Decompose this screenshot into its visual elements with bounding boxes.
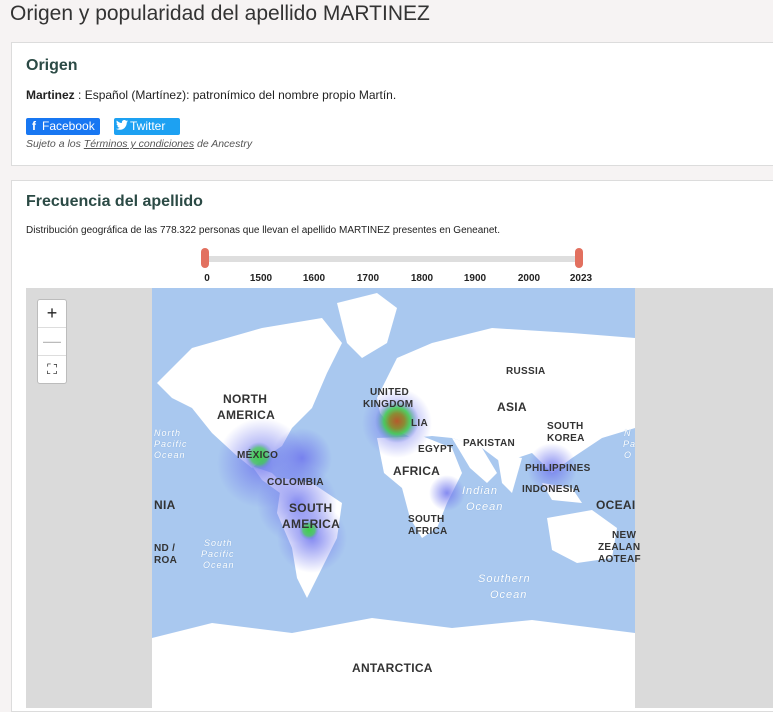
facebook-share-button[interactable]: f Facebook (26, 118, 100, 135)
fullscreen-button[interactable]: ⛶ (38, 356, 66, 383)
map-label-uk: KINGDOM (363, 399, 414, 410)
ocean-label-north-pacific-right: N (624, 428, 632, 438)
terms-note: Sujeto a los Términos y condiciones de A… (26, 138, 252, 150)
ocean-label-north-pacific: North (154, 428, 182, 438)
origin-description: : Español (Martínez): patronímico del no… (74, 88, 397, 102)
ocean-label-north-pacific: Ocean (154, 450, 186, 460)
twitter-label: Twitter (130, 119, 166, 133)
map-label-pakistan: PAKISTAN (463, 438, 516, 449)
ocean-label-south-pacific: South (204, 538, 233, 548)
map-label-south-america: AMERICA (282, 517, 341, 531)
origin-text: Martinez : Español (Martínez): patroními… (26, 88, 396, 102)
slider-tick: 2023 (569, 273, 593, 284)
zoom-in-button[interactable]: + (38, 300, 66, 328)
terms-link[interactable]: Términos y condiciones (84, 138, 194, 150)
slider-tick: 1800 (410, 273, 434, 284)
origin-card: Origen Martinez : Español (Martínez): pa… (11, 42, 773, 166)
frequency-card: Frecuencia del apellido Distribución geo… (11, 180, 773, 712)
ocean-label-south-pacific: Ocean (203, 560, 235, 570)
map-label-indonesia: INDONESIA (522, 484, 581, 495)
ocean-label-south-pacific: Pacific (201, 549, 235, 559)
slider-tick: 1500 (249, 273, 273, 284)
map-label-nz-right: ZEALAN (598, 542, 641, 553)
ocean-label-north-pacific-right: Pa (623, 439, 637, 449)
map-label-south-korea: KOREA (547, 433, 585, 444)
terms-prefix: Sujeto a los (26, 138, 84, 150)
twitter-share-button[interactable]: Twitter (114, 118, 180, 135)
origin-heading: Origen (26, 57, 78, 74)
map-label-north-america: NORTH (223, 392, 268, 406)
zoom-control: + — ⛶ (37, 299, 67, 384)
map-label-philippines: PHILIPPINES (525, 463, 591, 474)
surname: Martinez (26, 88, 75, 102)
facebook-icon: f (32, 119, 36, 133)
slider-tick: 0 (204, 273, 210, 284)
map-label-nz-right: NEW (612, 530, 637, 541)
map-label-mexico: MÉXICO (237, 450, 279, 461)
map-label-egypt: EGYPT (418, 444, 454, 455)
map-label-nz-left: ND / (154, 543, 176, 554)
map-label-colombia: COLOMBIA (267, 477, 324, 488)
slider-tick: 1700 (356, 273, 380, 284)
slider-tick: 2000 (517, 273, 541, 284)
slider-tick: 1900 (463, 273, 487, 284)
ocean-label-indian: Indian (462, 485, 498, 497)
map-label-south-africa: SOUTH (408, 514, 445, 525)
ocean-label-north-pacific: Pacific (154, 439, 188, 449)
frequency-heading: Frecuencia del apellido (26, 193, 203, 210)
map-label-nz-right: AOTEAF (598, 554, 641, 565)
map-label-nz-left: ROA (154, 555, 178, 566)
map-label-south-korea: SOUTH (547, 421, 584, 432)
terms-suffix: de Ancestry (194, 138, 253, 150)
map-label-italia: LIA (411, 418, 429, 429)
map-label-oceania-left: NIA (154, 498, 176, 512)
map-label-north-america: AMERICA (217, 408, 276, 422)
map-label-antarctica: ANTARCTICA (352, 661, 433, 675)
zoom-out-button[interactable]: — (38, 328, 66, 356)
slider-tick: 1600 (302, 273, 326, 284)
ocean-label-southern: Ocean (490, 589, 528, 601)
twitter-icon (114, 118, 130, 135)
map-label-uk: UNITED (370, 387, 410, 398)
map-label-russia: RUSSIA (506, 366, 546, 377)
map-label-south-america: SOUTH (289, 501, 333, 515)
map-label-asia: ASIA (497, 400, 527, 414)
facebook-label: Facebook (42, 119, 95, 133)
map-label-africa: AFRICA (393, 464, 441, 478)
map-label-south-africa: AFRICA (408, 526, 448, 537)
map-label-oceania-right: OCEAI (596, 498, 636, 512)
heatmap-map[interactable]: NORTH AMERICA MÉXICO COLOMBIA SOUTH AMER… (26, 288, 773, 708)
year-slider-handle-max[interactable] (575, 248, 583, 268)
frequency-description: Distribución geográfica de las 778.322 p… (26, 225, 500, 236)
ocean-label-southern: Southern (478, 573, 531, 585)
ocean-label-indian: Ocean (466, 501, 504, 513)
year-slider-handle-min[interactable] (201, 248, 209, 268)
world-map[interactable] (152, 288, 635, 708)
year-slider-track[interactable] (205, 256, 580, 262)
ocean-label-north-pacific-right: O (624, 450, 633, 460)
page-title: Origen y popularidad del apellido MARTIN… (10, 2, 430, 25)
